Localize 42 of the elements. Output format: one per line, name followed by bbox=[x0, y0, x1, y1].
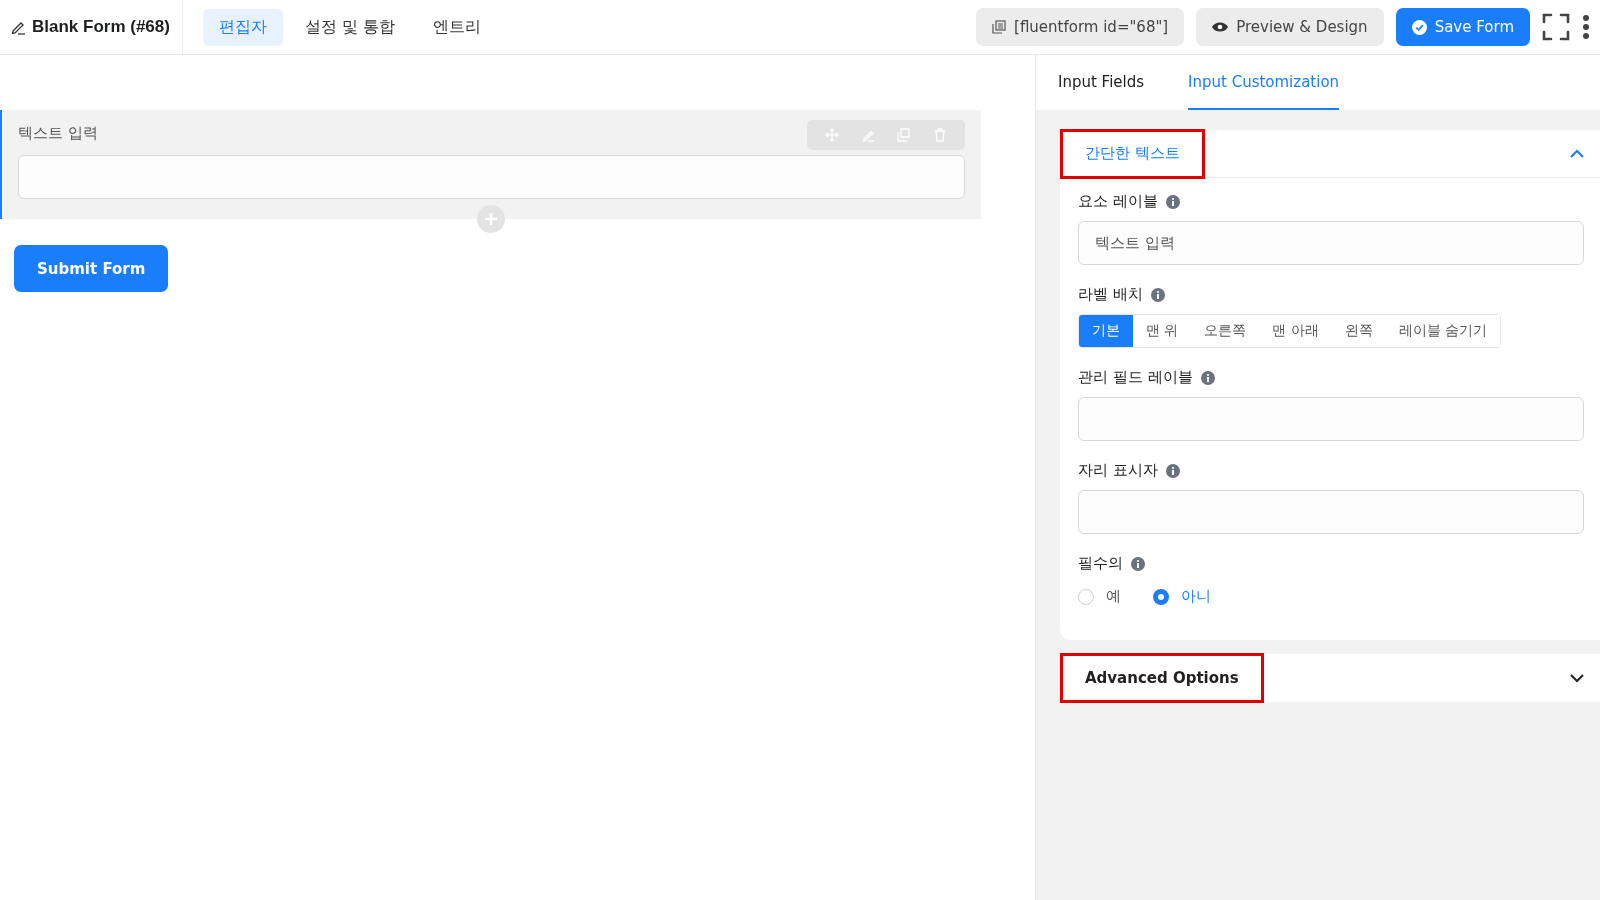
form-field-block[interactable]: 텍스트 입력 bbox=[0, 110, 981, 219]
field-label: 텍스트 입력 bbox=[18, 124, 98, 143]
add-field-icon[interactable] bbox=[477, 205, 505, 233]
copy-icon bbox=[992, 20, 1007, 34]
placement-option[interactable]: 기본 bbox=[1079, 315, 1133, 347]
radio-label: 아니 bbox=[1181, 587, 1211, 606]
info-icon bbox=[1150, 287, 1165, 302]
save-button[interactable]: Save Form bbox=[1395, 8, 1530, 46]
check-circle-icon bbox=[1411, 19, 1427, 35]
chevron-up-icon[interactable] bbox=[1570, 149, 1584, 158]
eye-icon bbox=[1212, 21, 1229, 33]
nav-tab[interactable]: 엔트리 bbox=[417, 8, 498, 46]
setting-label: 필수의 bbox=[1078, 554, 1123, 573]
info-icon bbox=[1200, 370, 1215, 385]
info-icon bbox=[1165, 194, 1180, 209]
move-icon[interactable] bbox=[825, 128, 839, 142]
text-input-field[interactable] bbox=[18, 155, 965, 199]
shortcode-button[interactable]: [fluentform id="68"] bbox=[976, 8, 1185, 46]
text-input-field[interactable]: 텍스트 입력 bbox=[1078, 221, 1584, 265]
info-icon bbox=[1165, 463, 1180, 478]
text-input-field[interactable] bbox=[1078, 490, 1584, 534]
sidebar-tab[interactable]: Input Customization bbox=[1188, 55, 1340, 110]
submit-button[interactable]: Submit Form bbox=[14, 245, 169, 292]
setting-label: 라벨 배치 bbox=[1078, 285, 1143, 304]
radio-button[interactable] bbox=[1153, 588, 1169, 605]
preview-button[interactable]: Preview & Design bbox=[1196, 8, 1384, 46]
section-title[interactable]: Advanced Options bbox=[1060, 653, 1264, 703]
trash-icon[interactable] bbox=[933, 128, 947, 142]
copy-icon[interactable] bbox=[897, 128, 911, 142]
fullscreen-icon[interactable] bbox=[1542, 13, 1570, 41]
section-title[interactable]: 간단한 텍스트 bbox=[1060, 128, 1205, 179]
nav-tab[interactable]: 설정 및 통합 bbox=[288, 8, 412, 46]
more-icon[interactable] bbox=[1582, 15, 1590, 39]
chevron-down-icon[interactable] bbox=[1570, 673, 1584, 683]
text-input-field[interactable] bbox=[1078, 397, 1584, 441]
form-title: Blank Form (#68) bbox=[32, 17, 170, 37]
info-icon bbox=[1131, 556, 1145, 571]
setting-label: 요소 레이블 bbox=[1078, 192, 1158, 211]
sidebar-tab[interactable]: Input Fields bbox=[1058, 55, 1145, 110]
setting-label: 관리 필드 레이블 bbox=[1078, 368, 1193, 387]
radio-label: 예 bbox=[1106, 587, 1121, 606]
setting-label: 자리 표시자 bbox=[1078, 461, 1158, 480]
